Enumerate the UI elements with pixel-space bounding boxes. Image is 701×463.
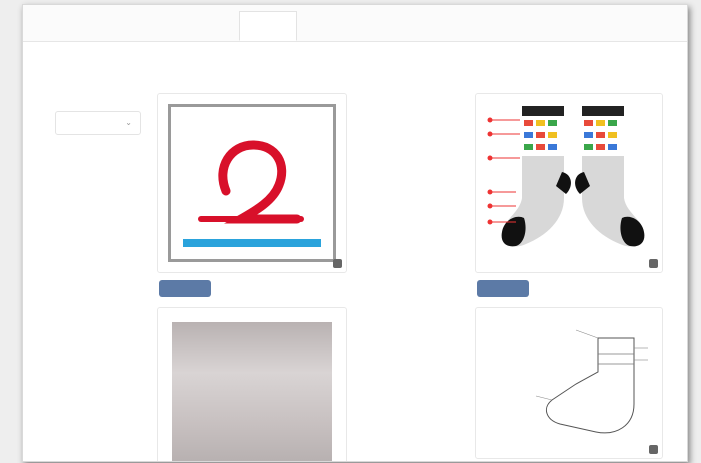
tab-5-active[interactable]	[239, 11, 297, 41]
right-diagram-card	[475, 307, 663, 459]
app-window: ⌄	[22, 4, 688, 462]
left-photo-card	[157, 307, 347, 461]
tab-1[interactable]	[31, 15, 71, 33]
left-upload-button[interactable]	[159, 280, 211, 297]
resize-icon[interactable]	[649, 445, 658, 454]
socks-image	[487, 106, 645, 247]
chevron-down-icon: ⌄	[125, 118, 132, 127]
right-image-card	[475, 93, 663, 273]
tab-bar	[23, 5, 687, 42]
tab-2[interactable]	[79, 15, 111, 33]
packaging-photo	[172, 322, 332, 461]
logo-image-frame	[168, 104, 336, 262]
sock-outline-diagram	[535, 329, 648, 434]
tab-3[interactable]	[119, 15, 171, 33]
resize-icon[interactable]	[649, 259, 658, 268]
left-image-card	[157, 93, 347, 273]
right-upload-button[interactable]	[477, 280, 529, 297]
left-select[interactable]: ⌄	[55, 111, 141, 135]
logo-image	[183, 140, 321, 247]
tab-4[interactable]	[179, 15, 231, 33]
resize-icon[interactable]	[333, 259, 342, 268]
